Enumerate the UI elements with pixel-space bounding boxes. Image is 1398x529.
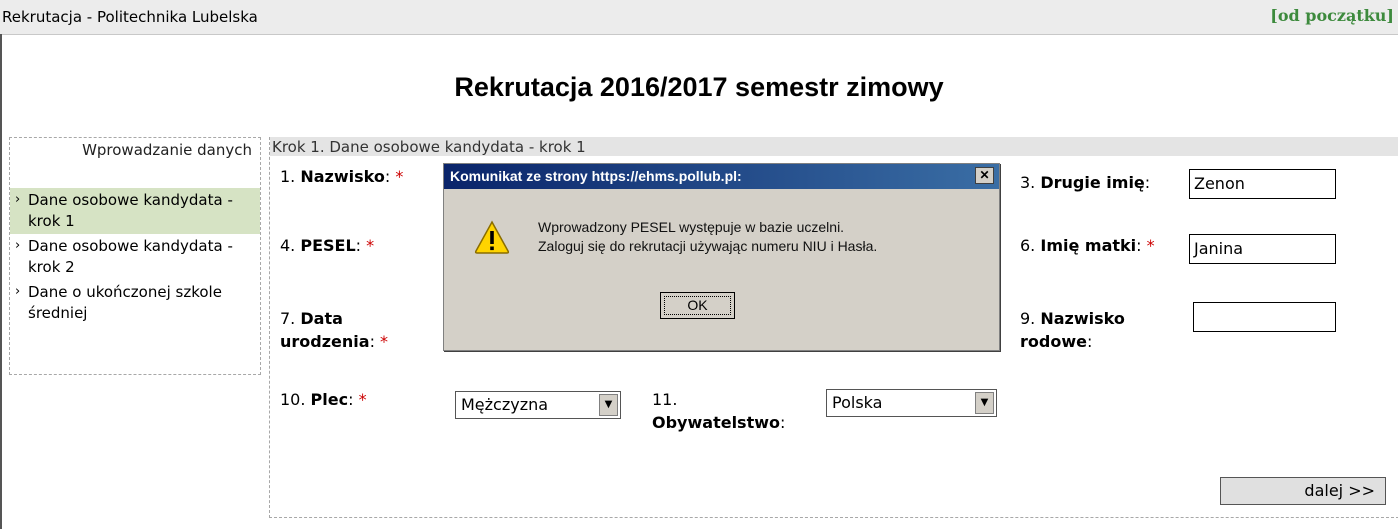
- sidebar-item-personal-step1[interactable]: › Dane osobowe kandydata - krok 1: [10, 188, 260, 234]
- label-family-name: 9. Nazwisko rodowe:: [1020, 309, 1125, 351]
- alert-dialog: Komunikat ze strony https://ehms.pollub.…: [443, 163, 1000, 351]
- dropdown-arrow-icon: ▼: [599, 394, 618, 416]
- citizenship-select[interactable]: Polska ▼: [826, 389, 997, 417]
- chevron-right-icon: ›: [15, 284, 21, 299]
- dialog-message-line: Zaloguj się do rekrutacji używając numer…: [538, 238, 878, 254]
- citizenship-select-value: Polska: [832, 393, 883, 412]
- sidebar-menu: Wprowadzanie danych › Dane osobowe kandy…: [9, 137, 261, 375]
- dialog-message-line: Wprowadzony PESEL występuje w bazie ucze…: [538, 219, 845, 235]
- warning-icon: [474, 220, 510, 254]
- close-icon[interactable]: ✕: [975, 167, 994, 184]
- second-name-input[interactable]: Zenon: [1189, 169, 1336, 199]
- label-citizenship: 11. Obywatelstwo:: [652, 390, 786, 432]
- label-second-name: 3. Drugie imię:: [1020, 173, 1151, 192]
- sidebar-item-label: Dane osobowe kandydata - krok 1: [28, 191, 233, 230]
- sidebar-item-personal-step2[interactable]: › Dane osobowe kandydata - krok 2: [10, 234, 260, 280]
- gender-select-value: Mężczyzna: [461, 395, 549, 414]
- sidebar-item-high-school[interactable]: › Dane o ukończonej szkole średniej: [10, 280, 260, 326]
- app-title: Rekrutacja - Politechnika Lubelska: [2, 8, 258, 26]
- label-surname: 1. Nazwisko: *: [280, 167, 404, 186]
- dialog-title: Komunikat ze strony https://ehms.pollub.…: [450, 168, 742, 184]
- family-name-input[interactable]: [1193, 302, 1336, 332]
- restart-link[interactable]: [od początku]: [1270, 6, 1394, 25]
- label-birth-date: 7. Data urodzenia: *: [280, 309, 389, 351]
- left-border: [0, 34, 2, 529]
- sidebar-item-label: Dane o ukończonej szkole średniej: [28, 283, 222, 322]
- dialog-titlebar: Komunikat ze strony https://ehms.pollub.…: [444, 164, 999, 189]
- label-gender: 10. Plec: *: [280, 390, 367, 409]
- label-mother-name: 6. Imię matki: *: [1020, 236, 1155, 255]
- page-title: Rekrutacja 2016/2017 semestr zimowy: [454, 72, 944, 102]
- next-button[interactable]: dalej >>: [1220, 477, 1386, 505]
- dropdown-arrow-icon: ▼: [975, 392, 994, 414]
- mother-name-input[interactable]: Janina: [1189, 234, 1336, 264]
- form-panel-header: Krok 1. Dane osobowe kandydata - krok 1: [270, 137, 1398, 156]
- dialog-message: Wprowadzony PESEL występuje w bazie ucze…: [538, 218, 877, 256]
- chevron-right-icon: ›: [15, 238, 21, 253]
- ok-button[interactable]: OK: [660, 292, 735, 319]
- sidebar-header: Wprowadzanie danych: [82, 141, 252, 159]
- label-pesel: 4. PESEL: *: [280, 236, 375, 255]
- top-bar: Rekrutacja - Politechnika Lubelska [od p…: [0, 0, 1398, 35]
- sidebar-item-label: Dane osobowe kandydata - krok 2: [28, 237, 233, 276]
- gender-select[interactable]: Mężczyzna ▼: [455, 391, 621, 419]
- chevron-right-icon: ›: [15, 192, 21, 207]
